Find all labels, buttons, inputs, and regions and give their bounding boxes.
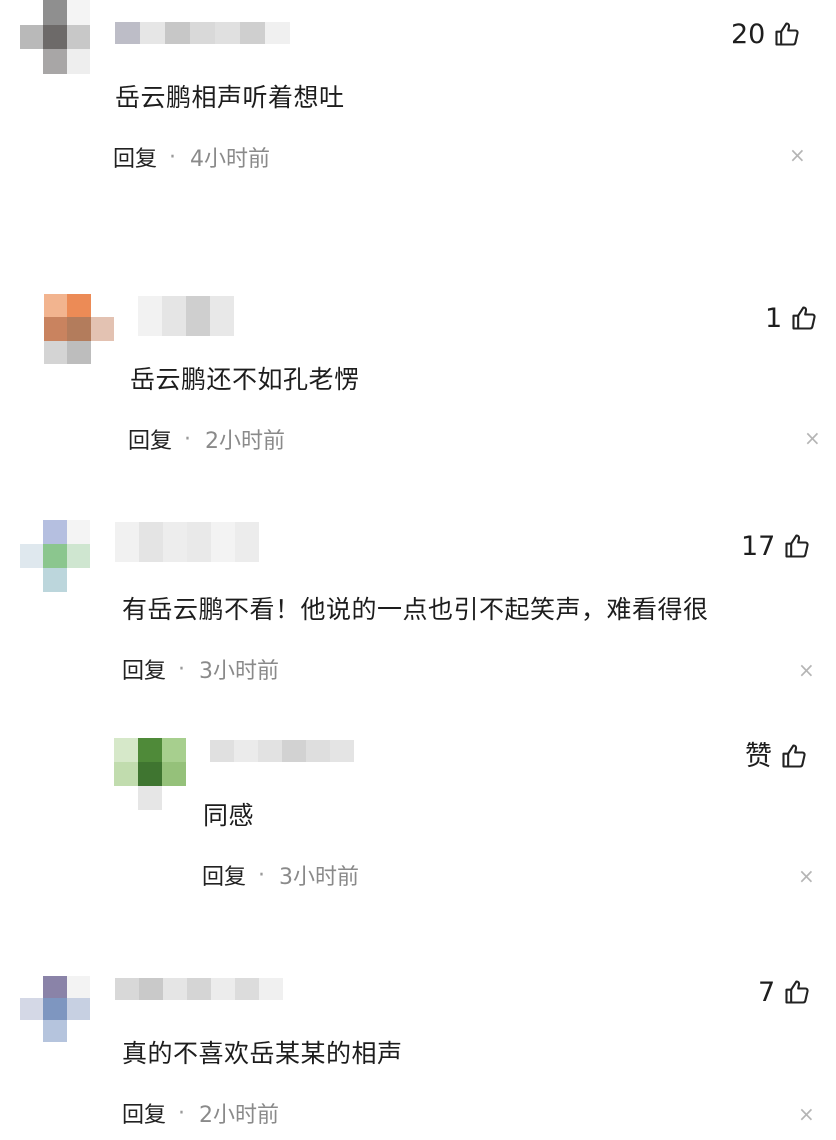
close-icon[interactable]: × — [798, 1104, 815, 1124]
like-count: 1 — [765, 302, 783, 334]
avatar[interactable] — [20, 520, 90, 592]
reply-button[interactable]: 回复 — [122, 1097, 166, 1129]
close-icon[interactable]: × — [798, 660, 815, 680]
separator: · — [178, 1100, 186, 1126]
timestamp: 2小时前 — [199, 1103, 280, 1128]
comment-meta: 回复 · 2小时前 — [128, 423, 285, 455]
timestamp: 3小时前 — [279, 865, 360, 890]
like-count: 20 — [731, 18, 766, 50]
username[interactable] — [138, 296, 234, 336]
avatar[interactable] — [20, 0, 90, 74]
like-label: 赞 — [745, 740, 772, 772]
thumbs-up-icon — [782, 744, 806, 768]
like-button[interactable]: 20 — [731, 20, 801, 48]
reply-button[interactable]: 回复 — [113, 141, 157, 173]
close-icon[interactable]: × — [798, 866, 815, 886]
comment-meta: 回复 · 4小时前 — [113, 141, 270, 173]
comment-meta: 回复 · 2小时前 — [122, 1097, 279, 1129]
separator: · — [169, 144, 177, 170]
timestamp: 2小时前 — [205, 429, 286, 454]
separator: · — [184, 426, 192, 452]
comment-text: 同感 — [203, 801, 255, 830]
thumbs-up-icon — [785, 534, 809, 558]
comment-meta: 回复 · 3小时前 — [122, 653, 279, 685]
separator: · — [178, 656, 186, 682]
reply-button[interactable]: 回复 — [122, 653, 166, 685]
comment-text: 岳云鹏相声听着想吐 — [115, 83, 345, 112]
comment-text: 真的不喜欢岳某某的相声 — [122, 1039, 403, 1068]
separator: · — [258, 862, 266, 888]
avatar[interactable] — [44, 294, 114, 364]
comment-meta: 回复 · 3小时前 — [202, 859, 359, 891]
close-icon[interactable]: × — [789, 145, 806, 165]
like-count: 17 — [741, 530, 776, 562]
username[interactable] — [115, 22, 290, 44]
comment-text: 有岳云鹏不看！他说的一点也引不起笑声，难看得很 — [122, 595, 709, 624]
avatar[interactable] — [114, 738, 186, 810]
username[interactable] — [210, 740, 354, 762]
thumbs-up-icon — [792, 306, 816, 330]
comment-text: 岳云鹏还不如孔老愣 — [130, 365, 360, 394]
thumbs-up-icon — [785, 980, 809, 1004]
timestamp: 4小时前 — [190, 147, 271, 172]
like-count: 7 — [758, 976, 776, 1008]
like-button[interactable]: 17 — [741, 532, 811, 560]
reply-button[interactable]: 回复 — [128, 423, 172, 455]
username[interactable] — [115, 522, 259, 562]
close-icon[interactable]: × — [804, 428, 821, 448]
thumbs-up-icon — [775, 22, 799, 46]
username[interactable] — [115, 978, 283, 1000]
timestamp: 3小时前 — [199, 659, 280, 684]
avatar[interactable] — [20, 976, 90, 1042]
like-button[interactable]: 7 — [758, 978, 811, 1006]
like-button[interactable]: 赞 — [745, 742, 808, 770]
like-button[interactable]: 1 — [765, 304, 818, 332]
reply-button[interactable]: 回复 — [202, 859, 246, 891]
